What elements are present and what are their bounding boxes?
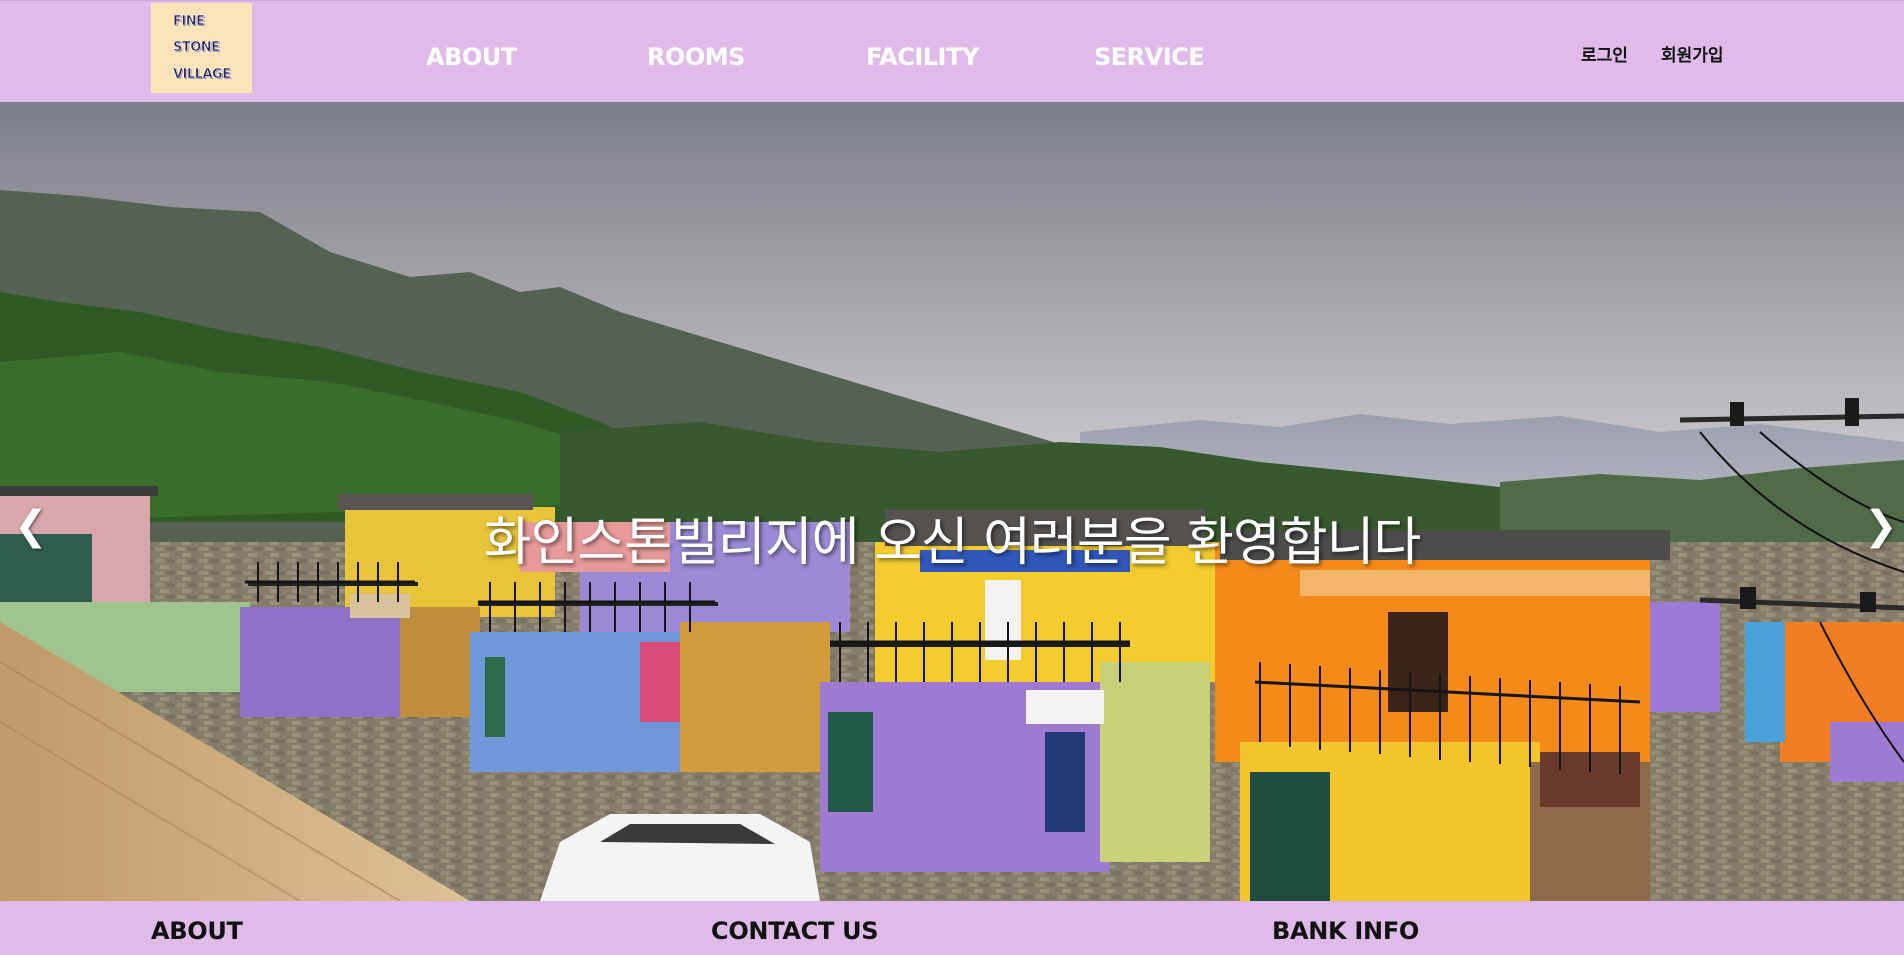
- footer-contact-heading: CONTACT US: [711, 917, 879, 945]
- nav-service[interactable]: SERVICE: [1094, 43, 1205, 71]
- nav-facility[interactable]: FACILITY: [866, 43, 979, 71]
- signup-link[interactable]: 회원가입: [1661, 41, 1724, 66]
- hero-caption: 화인스톤빌리지에 오신 여러분을 환영합니다: [483, 513, 1422, 573]
- footer-bank-heading: BANK INFO: [1272, 917, 1420, 945]
- nav-about[interactable]: ABOUT: [426, 43, 517, 71]
- site-footer: ABOUT CONTACT US BANK INFO: [0, 901, 1904, 955]
- footer-about-heading: ABOUT: [151, 917, 243, 945]
- next-slide-arrow-icon[interactable]: ❯: [1864, 502, 1898, 550]
- main-nav: ABOUT ROOMS FACILITY SERVICE: [0, 1, 1300, 103]
- site-header: FINE STONE VILLAGE ABOUT ROOMS FACILITY …: [0, 0, 1904, 102]
- nav-rooms[interactable]: ROOMS: [647, 43, 745, 71]
- prev-slide-arrow-icon[interactable]: ❮: [14, 502, 48, 550]
- hero-slider: 화인스톤빌리지에 오신 여러분을 환영합니다 ❮ ❯: [0, 102, 1904, 901]
- login-link[interactable]: 로그인: [1581, 41, 1628, 66]
